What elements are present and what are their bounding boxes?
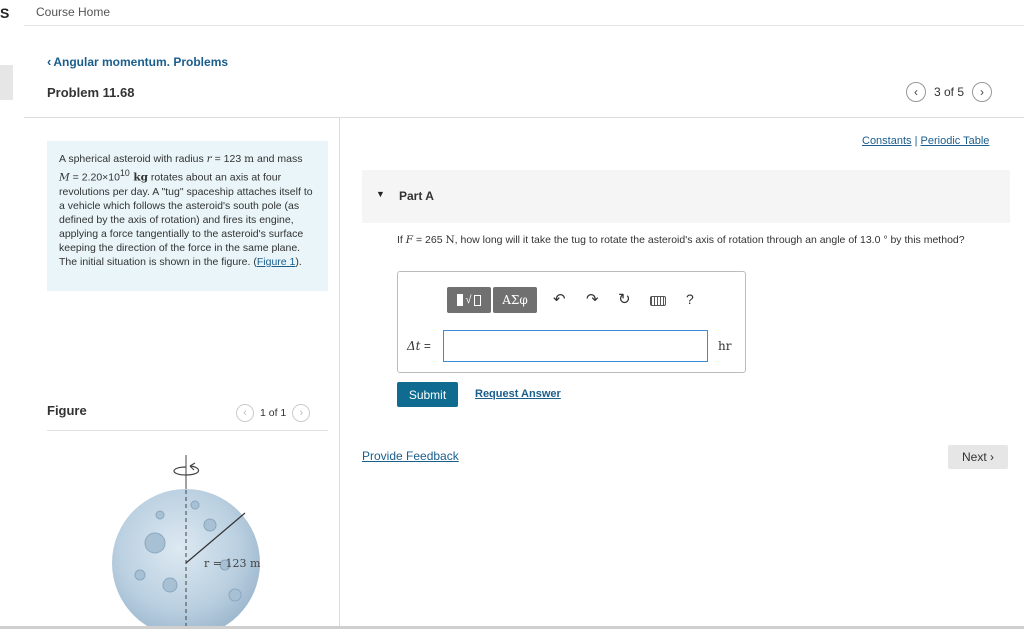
provide-feedback-link[interactable]: Provide Feedback	[362, 449, 459, 463]
collapse-triangle-icon[interactable]: ▼	[376, 189, 385, 199]
problem-text: ).	[295, 255, 302, 268]
radius-unit: m	[244, 153, 255, 165]
question-text: = 265	[413, 234, 446, 246]
problem-text: = 2.20×10	[69, 171, 120, 184]
force-symbol: F	[405, 234, 414, 246]
answer-input[interactable]	[443, 330, 708, 362]
asteroid-figure: r = 123 m	[112, 455, 261, 626]
constants-link[interactable]: Constants	[862, 135, 912, 147]
previous-problem-button[interactable]: ‹	[906, 82, 926, 102]
chevron-left-icon: ‹	[47, 54, 52, 69]
problem-pager: ‹ 3 of 5 ›	[906, 82, 993, 102]
delta-t-symbol: Δt	[407, 339, 421, 353]
force-unit: N	[445, 234, 455, 246]
equals-sign: =	[420, 339, 431, 353]
chevron-right-icon: ›	[980, 85, 985, 99]
redo-icon[interactable]: ↷	[586, 290, 599, 308]
question-text: , how long will it take the tug to rotat…	[454, 234, 965, 246]
crater	[190, 500, 200, 510]
crater	[155, 510, 165, 520]
answer-unit: hr	[718, 339, 732, 353]
keyboard-icon[interactable]	[650, 296, 666, 306]
problem-statement: A spherical asteroid with radius r = 123…	[47, 141, 328, 291]
undo-icon[interactable]: ↶	[553, 290, 566, 308]
sidebar-letter: S	[0, 5, 10, 21]
problem-title: Problem 11.68	[47, 85, 135, 100]
periodic-table-link[interactable]: Periodic Table	[921, 135, 990, 147]
figure-pager-text: 1 of 1	[260, 407, 287, 419]
chevron-right-icon: ›	[299, 407, 304, 419]
crater	[144, 532, 166, 554]
reference-links: Constants | Periodic Table	[862, 135, 989, 147]
problem-text: = 123	[211, 153, 245, 165]
figure-pager: ‹ 1 of 1 ›	[236, 404, 311, 422]
mass-symbol: M	[59, 171, 70, 184]
next-problem-button[interactable]: ›	[972, 82, 993, 102]
sidebar-strip[interactable]	[0, 65, 13, 100]
problem-pager-text: 3 of 5	[934, 85, 965, 99]
submit-button[interactable]: Submit	[397, 382, 458, 407]
crater	[162, 577, 178, 593]
template-block-icon	[457, 294, 464, 306]
mass-unit: kg	[129, 171, 148, 184]
symbols-button[interactable]: ΑΣφ	[493, 287, 537, 313]
problem-text: and mass	[254, 153, 303, 165]
question-text: If	[397, 234, 406, 246]
crater	[203, 518, 217, 532]
next-figure-button[interactable]: ›	[292, 404, 311, 422]
part-a-label: Part A	[399, 189, 434, 203]
sqrt-icon: √	[465, 294, 472, 306]
mass-exponent: 10	[119, 168, 130, 178]
back-to-assignment-link[interactable]: ‹ Angular momentum. Problems	[47, 54, 228, 69]
header-divider	[24, 117, 1024, 118]
chevron-right-icon: ›	[990, 450, 995, 464]
request-answer-link[interactable]: Request Answer	[475, 388, 561, 400]
assignment-title: Angular momentum. Problems	[53, 54, 229, 69]
figure-link[interactable]: Figure 1	[257, 256, 296, 268]
link-separator: |	[911, 135, 921, 147]
templates-button[interactable]: √	[447, 287, 491, 313]
crater	[228, 588, 242, 602]
next-button[interactable]: Next ›	[948, 445, 1008, 469]
part-a-header[interactable]	[362, 170, 1010, 223]
answer-variable-label: Δt =	[407, 339, 431, 353]
figure-heading: Figure	[47, 403, 87, 418]
chevron-left-icon: ‹	[914, 85, 918, 99]
radius-label: r = 123 m	[204, 557, 261, 570]
figure-divider	[47, 430, 328, 431]
crater	[134, 569, 146, 581]
help-button[interactable]: ?	[686, 291, 694, 307]
problem-text: A spherical asteroid with radius	[59, 153, 207, 165]
template-box-icon	[473, 294, 481, 306]
chevron-left-icon: ‹	[243, 407, 247, 419]
course-home-link[interactable]: Course Home	[36, 5, 110, 19]
next-button-label: Next	[961, 450, 987, 464]
top-divider	[24, 25, 1024, 26]
previous-figure-button[interactable]: ‹	[236, 404, 254, 422]
problem-text: rotates about an axis at four revolution…	[59, 171, 313, 268]
column-divider	[339, 118, 340, 629]
reset-icon[interactable]: ↻	[618, 290, 631, 308]
part-a-question: If F = 265 N, how long will it take the …	[397, 234, 997, 247]
